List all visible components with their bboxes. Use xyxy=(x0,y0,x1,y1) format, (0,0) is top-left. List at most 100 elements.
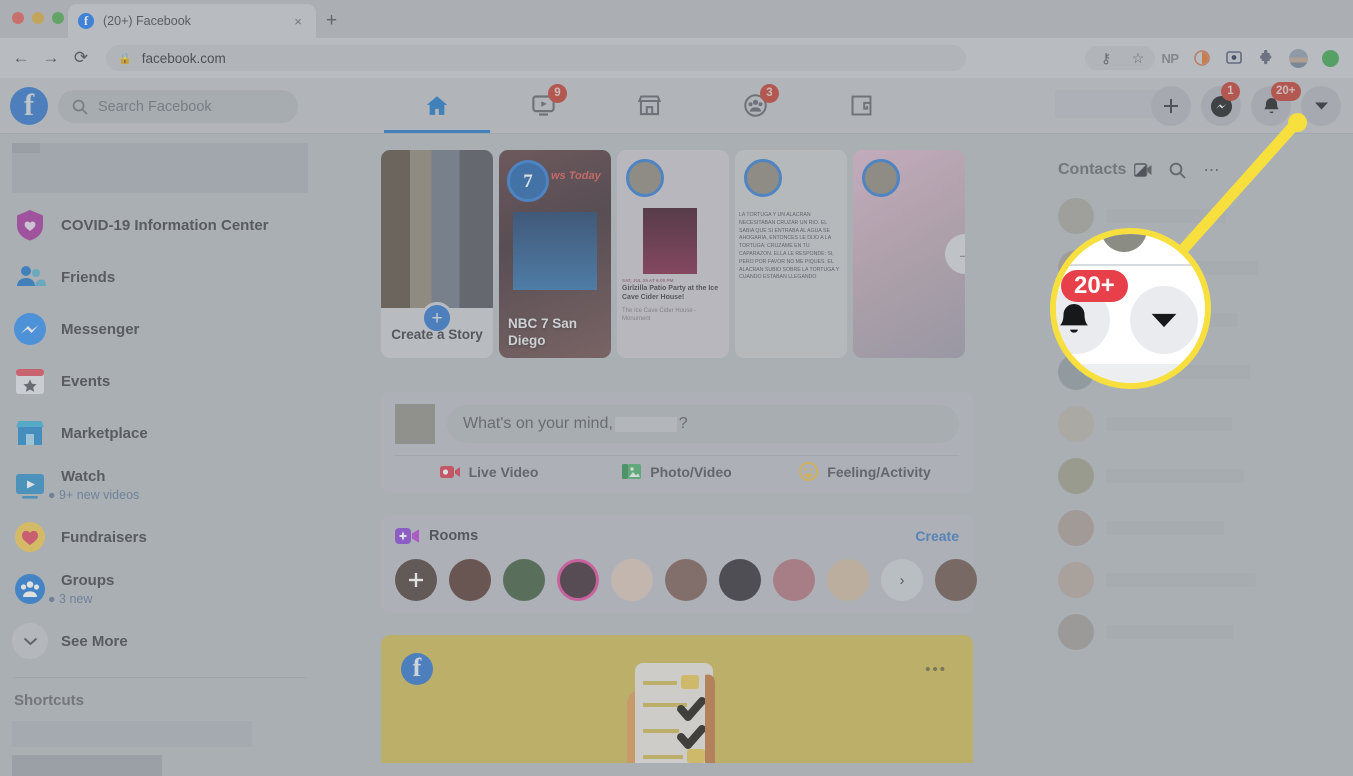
forward-button[interactable]: → xyxy=(36,48,66,68)
close-tab-icon[interactable]: × xyxy=(290,14,306,29)
nav-tab-groups[interactable]: 3 xyxy=(702,78,808,133)
contact-row[interactable] xyxy=(1058,398,1335,450)
room-avatar[interactable] xyxy=(773,559,815,601)
shortcut-item-redacted[interactable] xyxy=(12,755,162,776)
sidebar-item-events[interactable]: Events xyxy=(0,355,320,407)
room-avatar[interactable] xyxy=(719,559,761,601)
story-card-tortuga[interactable]: LA TORTUGA Y UN ALACRAN NECESITABAN CRUZ… xyxy=(735,150,847,358)
rooms-avatar-list: › xyxy=(395,559,959,601)
facebook-right-actions: 1 20+ xyxy=(1151,86,1341,126)
promo-more-options-icon[interactable]: ••• xyxy=(925,661,947,678)
composer-input[interactable]: What's on your mind, ? xyxy=(447,405,959,443)
browser-toolbar-icons: ⚷ ☆ NP xyxy=(1093,46,1343,70)
sidebar-label-messenger: Messenger xyxy=(61,321,139,338)
orange-extension-icon[interactable] xyxy=(1189,46,1215,70)
bookmark-star-icon[interactable]: ☆ xyxy=(1125,46,1151,70)
contact-name-redacted xyxy=(1106,521,1224,535)
profile-avatar-icon[interactable] xyxy=(1285,46,1311,70)
story-avatar-ring xyxy=(862,159,900,197)
post-composer-card: What's on your mind, ? Live Video Photo/… xyxy=(381,392,973,493)
nav-tab-marketplace[interactable] xyxy=(596,78,702,133)
feeling-activity-button[interactable]: Feeling/Activity xyxy=(771,462,959,481)
shortcuts-heading: Shortcuts xyxy=(0,688,320,713)
facebook-main-nav: 9 3 xyxy=(384,78,914,133)
back-button[interactable]: ← xyxy=(6,48,36,68)
photo-video-icon xyxy=(622,463,641,480)
stories-tray: + Create a Story 7 ws Today NBC 7 San Di… xyxy=(381,150,973,358)
room-avatar[interactable] xyxy=(827,559,869,601)
rooms-next-button[interactable]: › xyxy=(881,559,923,601)
maximize-window-button[interactable] xyxy=(52,12,64,24)
plus-icon xyxy=(408,572,424,588)
account-menu-button[interactable] xyxy=(1301,86,1341,126)
create-room-avatar[interactable] xyxy=(395,559,437,601)
sidebar-item-marketplace[interactable]: Marketplace xyxy=(0,407,320,459)
facebook-logo-icon[interactable]: f xyxy=(10,87,48,125)
marketplace-store-icon xyxy=(12,415,48,451)
rooms-create-link[interactable]: Create xyxy=(915,528,959,544)
address-bar[interactable]: 🔒 facebook.com xyxy=(106,45,966,71)
contact-row[interactable] xyxy=(1058,450,1335,502)
minimize-window-button[interactable] xyxy=(32,12,44,24)
password-key-icon[interactable]: ⚷ xyxy=(1093,46,1119,70)
search-input[interactable]: Search Facebook xyxy=(58,90,298,123)
story-card-girlzilla[interactable]: SAT, JUL 25 AT 6:00 PM Girlzilla Patio P… xyxy=(617,150,729,358)
screencast-extension-icon[interactable] xyxy=(1221,46,1247,70)
story-card-selfie[interactable]: → xyxy=(853,150,965,358)
sidebar-item-fundraisers[interactable]: Fundraisers xyxy=(0,511,320,563)
feeling-activity-icon xyxy=(799,462,818,481)
more-options-icon[interactable]: ⋯ xyxy=(1194,153,1228,187)
live-video-button[interactable]: Live Video xyxy=(395,462,583,481)
story-image xyxy=(513,212,597,290)
contact-row[interactable] xyxy=(1058,606,1335,658)
sidebar-item-watch[interactable]: Watch ● 9+ new videos xyxy=(0,459,320,511)
create-menu-button[interactable] xyxy=(1151,86,1191,126)
nav-tab-watch[interactable]: 9 xyxy=(490,78,596,133)
sidebar-item-messenger[interactable]: Messenger xyxy=(0,303,320,355)
sidebar-item-friends[interactable]: Friends xyxy=(0,251,320,303)
room-avatar[interactable] xyxy=(449,559,491,601)
sidebar-label-watch: Watch xyxy=(61,468,105,485)
extensions-puzzle-icon[interactable] xyxy=(1253,46,1279,70)
nav-tab-gaming[interactable] xyxy=(808,78,914,133)
new-room-video-icon[interactable] xyxy=(1126,153,1160,187)
marketplace-store-icon xyxy=(636,92,663,119)
sidebar-item-see-more[interactable]: See More xyxy=(0,615,320,667)
contact-row[interactable] xyxy=(1058,554,1335,606)
messenger-button[interactable]: 1 xyxy=(1201,86,1241,126)
story-overlay-text: ws Today xyxy=(551,170,601,182)
browser-tab[interactable]: f (20+) Facebook × xyxy=(68,4,316,38)
lock-icon: 🔒 xyxy=(118,52,132,65)
profile-name-redacted[interactable] xyxy=(12,143,308,193)
sidebar-item-covid[interactable]: COVID-19 Information Center xyxy=(0,199,320,251)
room-avatar[interactable] xyxy=(665,559,707,601)
stories-next-button[interactable]: → xyxy=(945,234,965,274)
facebook-top-bar: f Search Facebook 9 3 xyxy=(0,78,1353,134)
np-extension-icon[interactable]: NP xyxy=(1157,46,1183,70)
notifications-button[interactable]: 20+ xyxy=(1251,86,1291,126)
room-avatar[interactable] xyxy=(935,559,977,601)
sidebar-label-see-more: See More xyxy=(61,633,128,650)
messenger-icon xyxy=(12,311,48,347)
contact-row[interactable] xyxy=(1058,502,1335,554)
reload-button[interactable]: ⟳ xyxy=(66,48,96,68)
search-icon[interactable] xyxy=(1160,153,1194,187)
story-card-nbc7[interactable]: 7 ws Today NBC 7 San Diego xyxy=(499,150,611,358)
close-window-button[interactable] xyxy=(12,12,24,24)
room-avatar[interactable] xyxy=(557,559,599,601)
room-avatar[interactable] xyxy=(611,559,653,601)
new-tab-button[interactable]: + xyxy=(326,11,337,30)
shortcut-item-redacted[interactable] xyxy=(12,721,252,747)
nav-tab-home[interactable] xyxy=(384,78,490,133)
photo-video-button[interactable]: Photo/Video xyxy=(583,462,771,481)
green-status-icon[interactable] xyxy=(1317,46,1343,70)
create-story-card[interactable]: + Create a Story xyxy=(381,150,493,358)
room-avatar[interactable] xyxy=(503,559,545,601)
address-bar-url: facebook.com xyxy=(142,51,226,66)
composer-avatar[interactable] xyxy=(395,404,435,444)
watch-video-icon xyxy=(12,467,48,503)
live-video-icon xyxy=(440,464,460,480)
screenshot-root: f (20+) Facebook × + ← → ⟳ 🔒 facebook.co… xyxy=(0,0,1353,776)
sidebar-item-groups[interactable]: Groups ● 3 new xyxy=(0,563,320,615)
sidebar-sub-groups: ● 3 new xyxy=(48,592,114,606)
